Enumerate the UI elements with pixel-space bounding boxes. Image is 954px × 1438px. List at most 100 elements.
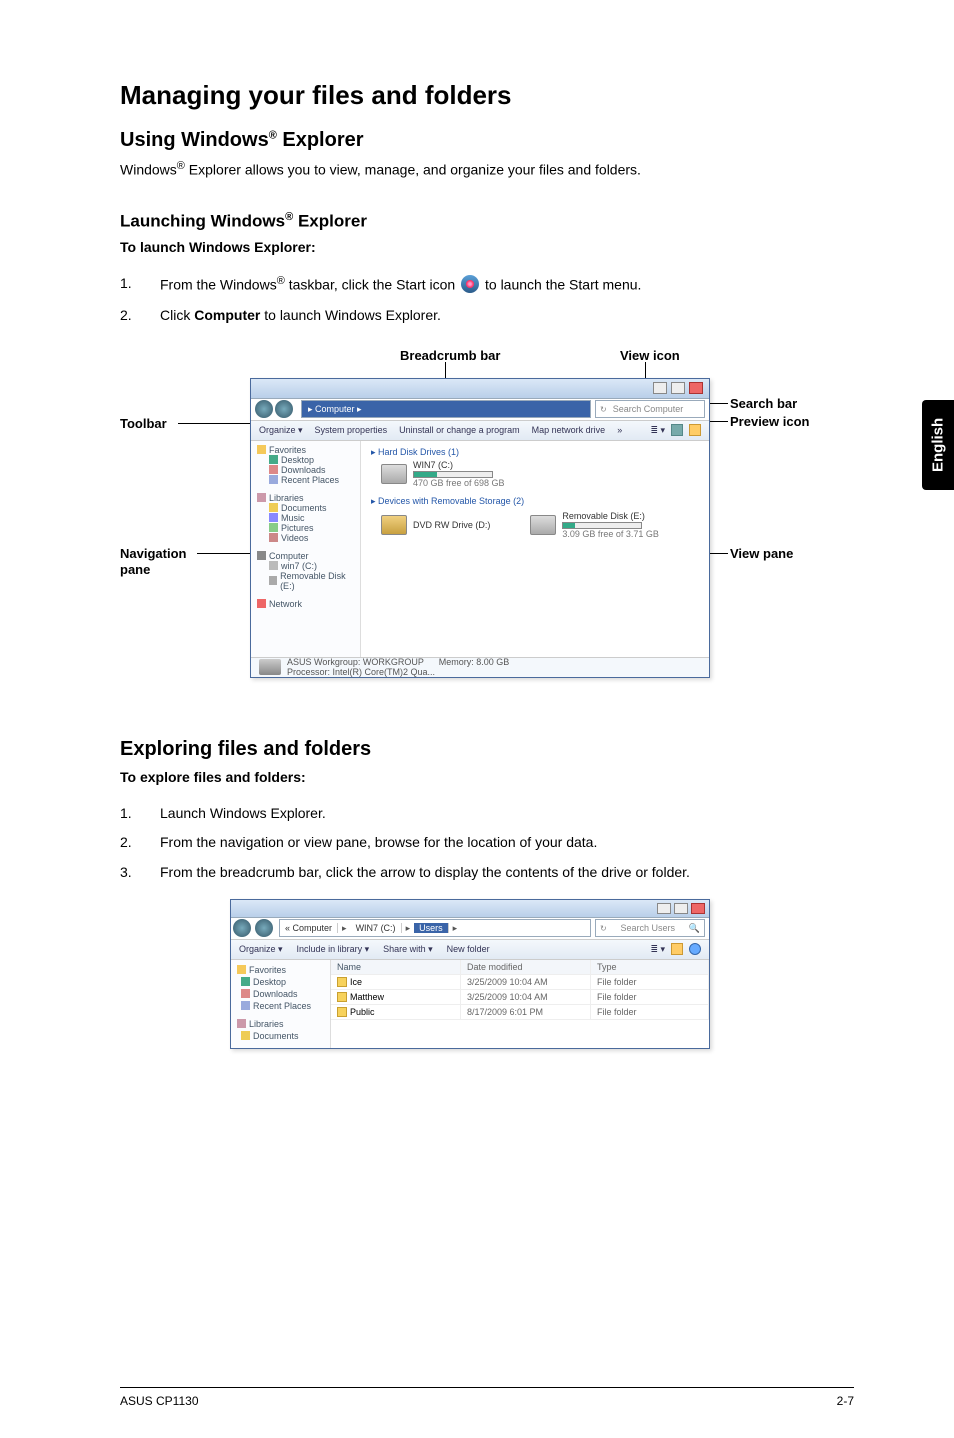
- nav-desktop[interactable]: Desktop: [257, 455, 354, 465]
- status-line2: Processor: Intel(R) Core(TM)2 Qua...: [287, 667, 435, 677]
- nav-downloads[interactable]: Downloads: [257, 465, 354, 475]
- nav-libraries[interactable]: Libraries: [257, 493, 354, 503]
- nav-favorites[interactable]: Favorites: [257, 445, 354, 455]
- steps-explore: 1.Launch Windows Explorer. 2.From the na…: [120, 802, 854, 885]
- help-icon[interactable]: [689, 943, 701, 955]
- col-date[interactable]: Date modified: [461, 960, 591, 974]
- nav-recent[interactable]: Recent Places: [237, 1000, 324, 1012]
- explorer-breadcrumb-example: « Computer▸ WIN7 (C:)▸ Users▸ ↻ Search U…: [230, 899, 710, 1049]
- removable-drive-icon: [530, 515, 556, 535]
- drive-dvd[interactable]: DVD RW Drive (D:): [381, 511, 490, 539]
- help-icon[interactable]: [689, 424, 701, 436]
- minimize-button[interactable]: [657, 903, 671, 914]
- nav-removable[interactable]: Removable Disk (E:): [257, 571, 354, 591]
- forward-button[interactable]: [275, 400, 293, 418]
- nav-computer[interactable]: Computer: [257, 551, 354, 561]
- mapdrive-button[interactable]: Map network drive: [532, 425, 606, 436]
- view-icon[interactable]: ≣ ▾: [650, 425, 665, 436]
- col-name[interactable]: Name: [331, 960, 461, 974]
- desktop-icon: [269, 455, 278, 464]
- crumb-segment[interactable]: WIN7 (C:): [351, 923, 402, 933]
- leader-line: [710, 421, 728, 422]
- chevron-right-icon[interactable]: ▸: [449, 923, 462, 934]
- nav-documents[interactable]: Documents: [257, 503, 354, 513]
- label-viewicon: View icon: [620, 348, 680, 363]
- search-box[interactable]: ↻ Search Computer: [595, 400, 705, 418]
- back-button[interactable]: [255, 400, 273, 418]
- newfolder-button[interactable]: New folder: [447, 944, 490, 955]
- text: Removable Disk (E:): [280, 571, 354, 591]
- list-item[interactable]: Ice 3/25/2009 10:04 AM File folder: [331, 975, 709, 990]
- search-box[interactable]: ↻ Search Users 🔍: [595, 919, 705, 937]
- desktop-icon: [241, 977, 250, 986]
- text: Downloads: [253, 989, 298, 999]
- navigation-pane: Favorites Desktop Downloads Recent Place…: [231, 960, 331, 1048]
- nav-videos[interactable]: Videos: [257, 533, 354, 543]
- list-item[interactable]: Matthew 3/25/2009 10:04 AM File folder: [331, 990, 709, 1005]
- col-type[interactable]: Type: [591, 960, 709, 974]
- list-item[interactable]: Public 8/17/2009 6:01 PM File folder: [331, 1005, 709, 1020]
- toolbar: Organize ▾ Include in library ▾ Share wi…: [231, 940, 709, 960]
- crumb-segment[interactable]: « Computer: [280, 923, 338, 933]
- maximize-button[interactable]: [674, 903, 688, 914]
- folder-icon: [337, 1007, 347, 1017]
- nav-hdd[interactable]: win7 (C:): [257, 561, 354, 571]
- computer-thumb-icon: [259, 659, 281, 675]
- step-item: 3.From the breadcrumb bar, click the arr…: [120, 861, 854, 885]
- organize-menu[interactable]: Organize ▾: [259, 425, 303, 436]
- view-icon[interactable]: ≣ ▾: [650, 944, 665, 955]
- text: taskbar, click the Start icon: [285, 277, 459, 293]
- text: Desktop: [253, 977, 286, 987]
- file-date: 3/25/2009 10:04 AM: [461, 990, 591, 1004]
- drive-c[interactable]: WIN7 (C:) 470 GB free of 698 GB: [381, 460, 699, 488]
- text: Music: [281, 513, 305, 523]
- overflow-chevron[interactable]: »: [617, 425, 622, 436]
- uninstall-button[interactable]: Uninstall or change a program: [399, 425, 520, 436]
- text: Windows: [120, 162, 177, 178]
- close-button[interactable]: [691, 903, 705, 914]
- nav-downloads[interactable]: Downloads: [237, 988, 324, 1000]
- close-button[interactable]: [689, 382, 703, 394]
- nav-music[interactable]: Music: [257, 513, 354, 523]
- breadcrumb-bar[interactable]: ▸ Computer ▸: [301, 400, 591, 418]
- nav-documents[interactable]: Documents: [237, 1030, 324, 1042]
- minimize-button[interactable]: [653, 382, 667, 394]
- maximize-button[interactable]: [671, 382, 685, 394]
- footer-left: ASUS CP1130: [120, 1394, 199, 1408]
- crumb-segment-selected[interactable]: Users: [414, 923, 449, 933]
- label-navpane: Navigation: [120, 546, 186, 561]
- chevron-right-icon[interactable]: ▸: [402, 923, 415, 934]
- text: Recent Places: [253, 1001, 311, 1011]
- back-button[interactable]: [233, 919, 251, 937]
- drive-label: DVD RW Drive (D:): [413, 520, 490, 530]
- organize-menu[interactable]: Organize ▾: [239, 944, 283, 955]
- downloads-icon: [241, 989, 250, 998]
- hdd-icon: [269, 561, 278, 570]
- toolbar: Organize ▾ System properties Uninstall o…: [251, 421, 709, 441]
- view-pane: ▸ Hard Disk Drives (1) WIN7 (C:) 470 GB …: [361, 441, 709, 657]
- include-menu[interactable]: Include in library ▾: [297, 944, 370, 955]
- nav-libraries[interactable]: Libraries: [237, 1018, 324, 1030]
- page-footer: ASUS CP1130 2-7: [120, 1387, 854, 1408]
- nav-desktop[interactable]: Desktop: [237, 976, 324, 988]
- nav-favorites[interactable]: Favorites: [237, 964, 324, 976]
- preview-icon[interactable]: [671, 943, 683, 955]
- nav-recent[interactable]: Recent Places: [257, 475, 354, 485]
- steps-launch: 1. From the Windows® taskbar, click the …: [120, 272, 854, 327]
- file-type: File folder: [591, 990, 709, 1004]
- breadcrumb-bar[interactable]: « Computer▸ WIN7 (C:)▸ Users▸: [279, 919, 591, 937]
- videos-icon: [269, 533, 278, 542]
- forward-button[interactable]: [255, 919, 273, 937]
- section-removable[interactable]: ▸ Devices with Removable Storage (2): [371, 496, 699, 507]
- text: Libraries: [249, 1019, 284, 1029]
- chevron-right-icon[interactable]: ▸: [338, 923, 351, 934]
- section-hdd[interactable]: ▸ Hard Disk Drives (1): [371, 447, 699, 458]
- nav-network[interactable]: Network: [257, 599, 354, 609]
- share-menu[interactable]: Share with ▾: [383, 944, 433, 955]
- sysprops-button[interactable]: System properties: [315, 425, 388, 436]
- step-text: From the navigation or view pane, browse…: [160, 831, 597, 855]
- preview-icon[interactable]: [671, 424, 683, 436]
- section-exploring: Exploring files and folders: [120, 738, 854, 761]
- nav-pictures[interactable]: Pictures: [257, 523, 354, 533]
- drive-removable[interactable]: Removable Disk (E:) 3.09 GB free of 3.71…: [530, 511, 659, 539]
